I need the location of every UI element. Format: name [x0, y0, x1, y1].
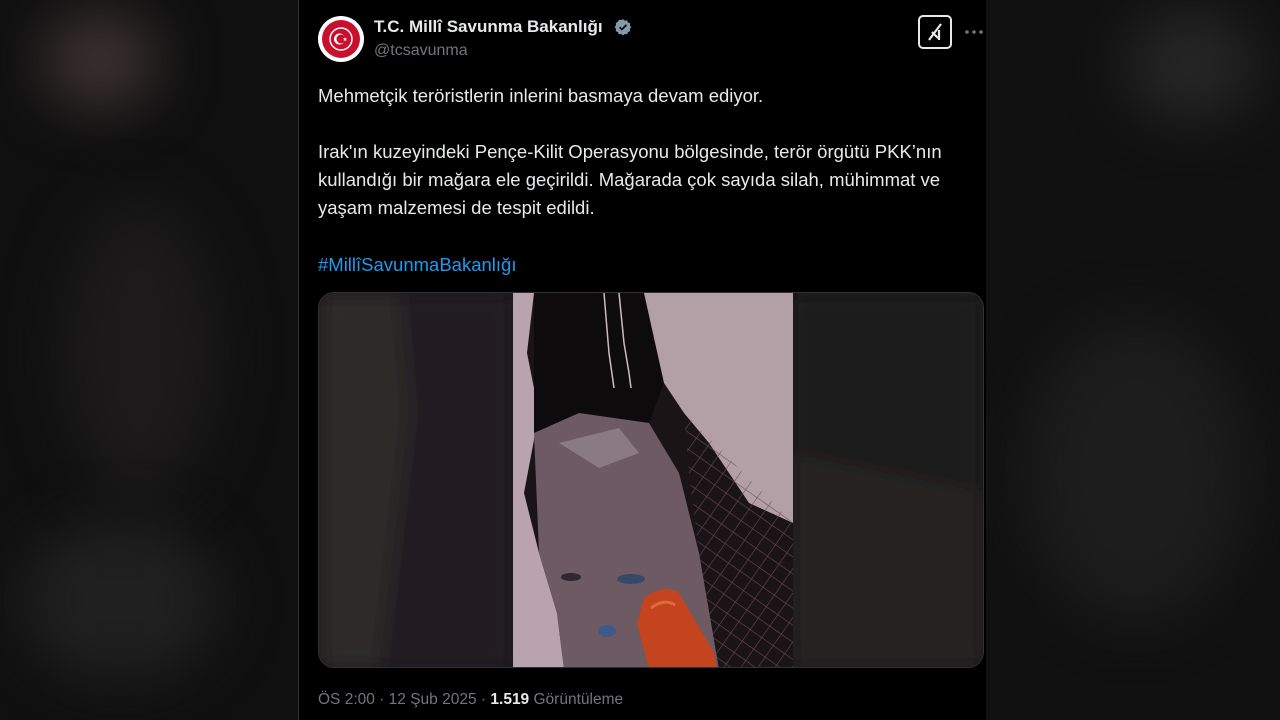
tweet-text-line: kullandığı bir mağara ele geçirildi. Mağ…: [318, 169, 941, 190]
grok-icon: [928, 23, 942, 41]
author-name[interactable]: T.C. Millî Savunma Bakanlığı: [374, 17, 603, 37]
tweet-text-line: Mehmetçik teröristlerin inlerini basmaya…: [318, 85, 764, 106]
tweet-text-line: yaşam malzemesi de tespit edildi.: [318, 197, 595, 218]
card-divider: [298, 0, 299, 720]
blurred-background-right: [986, 0, 1280, 720]
tweet-meta: ÖS 2:00 · 12 Şub 2025 · 1.519 Görüntülem…: [318, 691, 623, 709]
tweet-text-line: Irak'ın kuzeyindeki Pençe-Kilit Operasyo…: [318, 141, 942, 162]
emblem-icon: [322, 20, 360, 58]
more-icon: [965, 30, 983, 34]
tweet-card: T.C. Millî Savunma Bakanlığı @tcsavunma …: [298, 0, 986, 720]
cave-video-frame: [319, 293, 983, 667]
views-label: Görüntüleme: [533, 691, 624, 708]
author-handle[interactable]: @tcsavunma: [374, 42, 468, 60]
avatar[interactable]: [318, 16, 364, 62]
blurred-background-left: [0, 0, 298, 720]
video-media[interactable]: [318, 292, 984, 668]
separator: ·: [480, 691, 487, 708]
verified-badge-icon: [614, 19, 632, 36]
separator: ·: [379, 691, 385, 708]
tweet-time[interactable]: ÖS 2:00: [318, 691, 375, 708]
tweet-date[interactable]: 12 Şub 2025: [389, 691, 477, 708]
more-button[interactable]: [962, 20, 986, 44]
grok-button[interactable]: [918, 15, 952, 49]
hashtag-link[interactable]: #MillîSavunmaBakanlığı: [318, 251, 516, 279]
views-count: 1.519: [490, 691, 530, 708]
